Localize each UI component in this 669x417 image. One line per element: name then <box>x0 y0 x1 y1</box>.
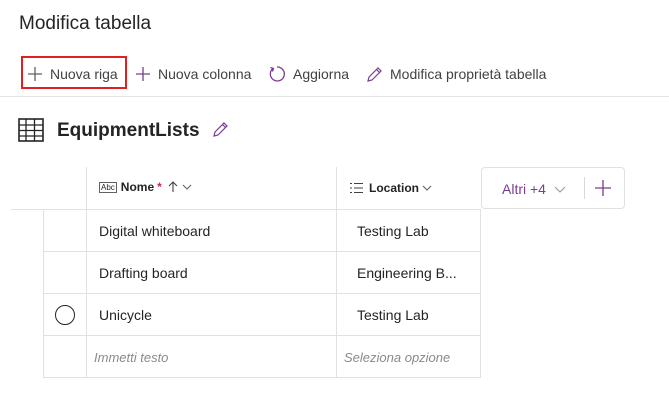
row-divider <box>43 251 481 252</box>
new-column-label: Nuova colonna <box>158 66 252 82</box>
row-divider <box>43 377 481 378</box>
new-row-button[interactable]: Nuova riga <box>27 62 118 86</box>
left-border <box>43 210 44 377</box>
column-header-nome[interactable]: Abc Nome * <box>99 180 192 194</box>
new-row-name-input[interactable]: Immetti testo <box>94 350 168 365</box>
new-row-location-select[interactable]: Seleziona opzione <box>344 350 450 365</box>
command-bar: Nuova riga Nuova colonna Aggiorna Modifi… <box>0 56 669 97</box>
text-type-icon: Abc <box>99 181 117 193</box>
column-divider <box>86 167 87 377</box>
more-columns-label: Altri +4 <box>502 181 546 197</box>
column-label: Nome <box>120 180 155 194</box>
add-column-plus-icon[interactable] <box>594 179 612 197</box>
table-name: EquipmentLists <box>57 120 200 141</box>
edit-table-properties-button[interactable]: Modifica proprietà tabella <box>366 62 546 86</box>
edit-name-pencil-icon[interactable] <box>212 121 229 138</box>
new-column-button[interactable]: Nuova colonna <box>135 62 251 86</box>
plus-icon <box>28 67 42 81</box>
edit-table-properties-label: Modifica proprietà tabella <box>390 66 547 82</box>
plus-icon <box>136 67 150 81</box>
row-divider <box>43 335 481 336</box>
choice-type-icon <box>350 182 363 194</box>
chevron-down-icon <box>554 186 566 193</box>
chevron-down-icon <box>182 184 192 190</box>
refresh-button[interactable]: Aggiorna <box>268 62 349 86</box>
separator <box>584 177 585 199</box>
refresh-icon <box>269 66 285 82</box>
row-select-radio[interactable] <box>55 305 75 325</box>
refresh-label: Aggiorna <box>293 66 350 82</box>
cell-nome[interactable]: Unicycle <box>99 307 152 323</box>
cell-location[interactable]: Testing Lab <box>357 223 429 239</box>
row-divider <box>43 293 481 294</box>
pencil-icon <box>367 66 382 82</box>
header-divider <box>11 209 481 210</box>
column-header-location[interactable]: Location <box>349 181 432 195</box>
cell-nome[interactable]: Digital whiteboard <box>99 223 210 239</box>
page-title: Modifica tabella <box>19 13 152 34</box>
column-divider <box>336 167 337 377</box>
cell-nome[interactable]: Drafting board <box>99 265 188 281</box>
sort-ascending-icon <box>168 181 178 192</box>
table-icon <box>18 118 44 142</box>
more-columns-button[interactable]: Altri +4 <box>502 181 566 197</box>
cell-location[interactable]: Engineering B... <box>357 265 457 281</box>
chevron-down-icon <box>422 185 432 191</box>
required-asterisk: * <box>157 180 162 194</box>
new-row-label: Nuova riga <box>50 66 118 82</box>
cell-location[interactable]: Testing Lab <box>357 307 429 323</box>
column-divider <box>480 209 481 377</box>
column-label: Location <box>369 181 419 195</box>
